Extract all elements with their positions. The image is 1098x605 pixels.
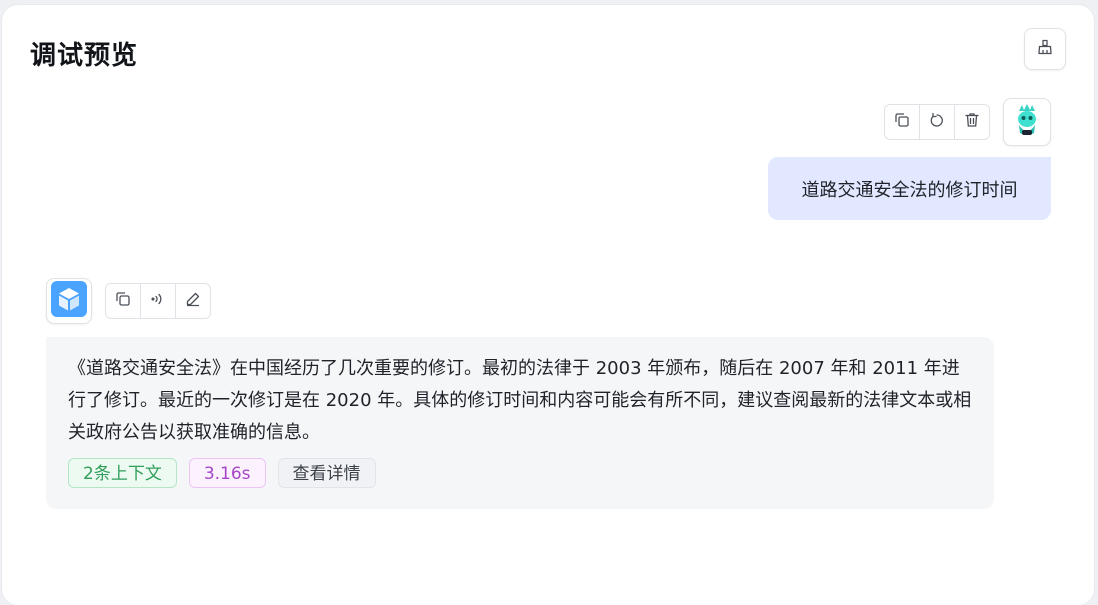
- cube-icon: [51, 281, 87, 321]
- copy-button[interactable]: [106, 284, 141, 318]
- user-avatar-icon: [1012, 103, 1042, 141]
- copy-icon: [893, 111, 911, 133]
- pencil-icon: [184, 290, 202, 312]
- broom-icon: [1036, 38, 1054, 60]
- response-time-tag: 3.16s: [188, 458, 266, 488]
- debug-preview-panel: 调试预览 道路交通安全法的修订时间 《道路交通安全法》在中国经历了几次重要的修订…: [2, 5, 1094, 605]
- bot-message-actions: [105, 283, 211, 319]
- speak-button[interactable]: [141, 284, 176, 318]
- bot-avatar: [46, 278, 92, 324]
- regenerate-button[interactable]: [920, 105, 955, 139]
- context-count-tag[interactable]: 2条上下文: [68, 458, 177, 488]
- delete-button[interactable]: [955, 105, 989, 139]
- user-message-actions: [884, 104, 990, 140]
- copy-icon: [114, 290, 132, 312]
- view-details-button[interactable]: 查看详情: [277, 458, 376, 488]
- copy-button[interactable]: [885, 105, 920, 139]
- user-avatar: [1003, 98, 1051, 146]
- bot-message-bubble: 《道路交通安全法》在中国经历了几次重要的修订。最初的法律于 2003 年颁布，随…: [46, 337, 994, 509]
- edit-button[interactable]: [176, 284, 210, 318]
- bot-message-text: 《道路交通安全法》在中国经历了几次重要的修订。最初的法律于 2003 年颁布，随…: [68, 358, 972, 443]
- user-message-bubble: 道路交通安全法的修订时间: [768, 157, 1051, 220]
- clear-chat-button[interactable]: [1024, 28, 1066, 70]
- refresh-icon: [928, 111, 946, 133]
- sound-wave-icon: [149, 290, 167, 312]
- user-message-text: 道路交通安全法的修订时间: [801, 179, 1018, 201]
- trash-icon: [963, 111, 981, 133]
- message-meta-tags: 2条上下文 3.16s 查看详情: [68, 458, 376, 488]
- page-title: 调试预览: [30, 41, 139, 71]
